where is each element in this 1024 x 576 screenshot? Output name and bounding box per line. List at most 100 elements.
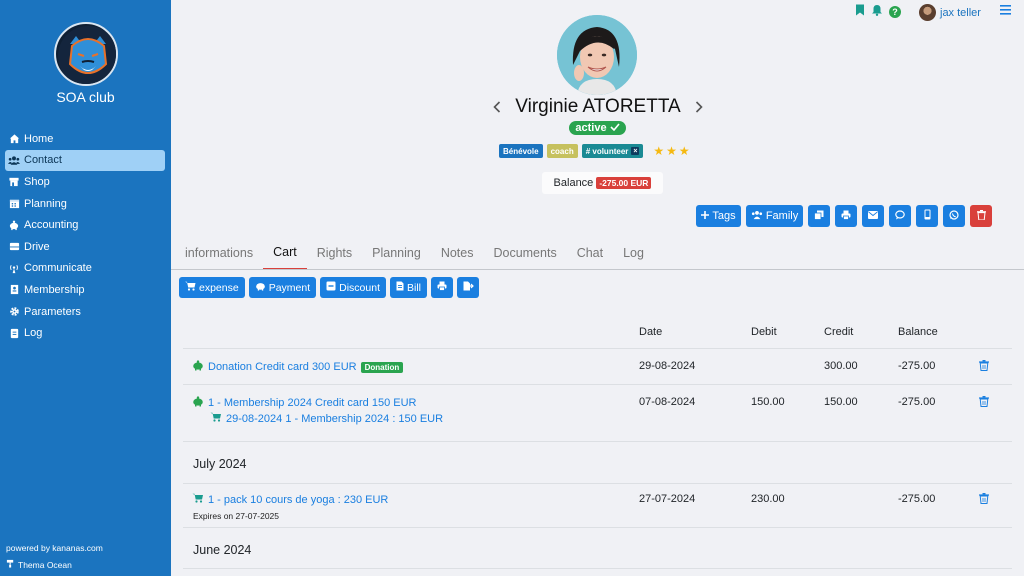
delete-contact-button[interactable] <box>970 205 992 227</box>
person-name: Virginie ATORETTA <box>515 96 681 117</box>
row-date: 07-08-2024 <box>639 396 696 408</box>
tab-log[interactable]: Log <box>613 236 654 270</box>
chevron-left-icon[interactable] <box>490 96 504 118</box>
sidebar-item-membership[interactable]: Membership <box>5 279 165 301</box>
row-description[interactable]: 1 - pack 10 cours de yoga : 230 EUR <box>192 493 388 506</box>
discount-button[interactable]: Discount <box>320 277 386 298</box>
piggy-bank-icon <box>8 219 20 231</box>
row-description[interactable]: Donation Credit card 300 EUR Donation <box>192 360 404 374</box>
tags-button[interactable]: Tags <box>696 205 741 227</box>
users-icon <box>751 210 763 223</box>
row-sub-item[interactable]: 29-08-2024 1 - Membership 2024 : 150 EUR <box>210 412 443 425</box>
tag-benevole[interactable]: Bénévole <box>499 144 543 158</box>
star-icon: ★ <box>666 144 677 158</box>
tab-notes[interactable]: Notes <box>431 236 484 270</box>
payment-label: Payment <box>268 281 311 294</box>
remove-tag-icon[interactable]: × <box>631 147 640 155</box>
row-divider <box>183 441 1012 442</box>
tags-button-label: Tags <box>712 210 736 222</box>
sidebar-item-contact[interactable]: Contact <box>5 149 165 172</box>
chevron-right-icon[interactable] <box>692 96 706 118</box>
hamburger-menu-icon[interactable] <box>1000 5 1011 18</box>
mobile-button[interactable] <box>916 205 938 227</box>
copy-icon <box>814 210 824 223</box>
sidebar-item-label: Shop <box>24 175 50 188</box>
sidebar-item-label: Log <box>24 327 43 340</box>
plus-icon <box>701 210 710 222</box>
sidebar-item-communicate[interactable]: Communicate <box>5 258 165 280</box>
sidebar-item-home[interactable]: Home <box>5 128 165 150</box>
discount-label: Discount <box>339 281 380 294</box>
row-divider <box>183 527 1012 528</box>
row-balance: -275.00 <box>898 493 936 505</box>
profile-actions: Tags Family <box>696 205 992 227</box>
row-description[interactable]: 1 - Membership 2024 Credit card 150 EUR <box>192 396 416 410</box>
trash-icon[interactable] <box>979 396 989 410</box>
star-icon: ★ <box>678 144 690 158</box>
tab-informations[interactable]: informations <box>183 236 263 270</box>
row-balance: -275.00 <box>898 360 936 372</box>
sidebar-item-shop[interactable]: Shop <box>5 171 165 193</box>
row-divider <box>183 483 1012 484</box>
bookmark-icon[interactable] <box>855 4 865 19</box>
shop-icon <box>8 176 20 188</box>
expense-button[interactable]: expense <box>179 277 245 298</box>
tab-chat[interactable]: Chat <box>567 236 613 270</box>
print-cart-button[interactable] <box>431 277 454 298</box>
status-badge[interactable]: active <box>569 121 626 135</box>
avatar <box>919 4 936 21</box>
trash-icon[interactable] <box>979 493 989 507</box>
whatsapp-icon <box>949 209 959 223</box>
user-menu[interactable]: jax teller <box>919 4 981 21</box>
cart-icon <box>210 412 222 425</box>
calendar-icon <box>8 198 20 210</box>
chat-button[interactable] <box>889 205 911 227</box>
email-button[interactable] <box>862 205 884 227</box>
export-cart-button[interactable] <box>457 277 480 298</box>
cart-icon <box>192 493 204 506</box>
status-label: active <box>575 122 607 134</box>
cart-icon <box>185 281 196 294</box>
sidebar-item-accounting[interactable]: Accounting <box>5 214 165 236</box>
topbar-icons: ? <box>855 4 901 19</box>
family-button[interactable]: Family <box>746 205 803 227</box>
tab-documents[interactable]: Documents <box>483 236 566 270</box>
sidebar-item-label: Home <box>24 132 54 145</box>
sidebar-item-label: Communicate <box>24 262 92 275</box>
copy-button[interactable] <box>808 205 830 227</box>
trash-icon[interactable] <box>979 360 989 374</box>
sidebar-item-parameters[interactable]: Parameters <box>5 301 165 323</box>
theme-selector[interactable]: Thema Ocean <box>6 559 72 570</box>
tab-cart[interactable]: Cart <box>263 236 307 270</box>
sidebar-item-label: Planning <box>24 197 67 210</box>
powered-by[interactable]: powered by kananas.com <box>6 543 103 553</box>
trash-icon <box>976 209 986 223</box>
tag-volunteer[interactable]: # volunteer × <box>581 144 644 158</box>
sidebar-item-log[interactable]: Log <box>5 322 165 344</box>
help-icon[interactable]: ? <box>889 5 901 18</box>
balance-amount: -275.00 EUR <box>596 177 652 189</box>
log-icon <box>8 327 20 339</box>
profile-photo[interactable] <box>557 15 637 95</box>
profile-name-row: Virginie ATORETTA <box>490 96 706 118</box>
column-debit: Debit <box>751 326 777 338</box>
id-card-icon <box>8 284 20 296</box>
rating-stars[interactable]: ★ ★ ★ <box>653 144 689 158</box>
sidebar-item-label: Membership <box>24 283 85 296</box>
whatsapp-button[interactable] <box>943 205 965 227</box>
payment-button[interactable]: Payment <box>248 277 317 298</box>
bill-button[interactable]: Bill <box>390 277 428 298</box>
sidebar-item-planning[interactable]: Planning <box>5 193 165 215</box>
tab-planning[interactable]: Planning <box>362 236 431 270</box>
sidebar-nav: Home Contact Shop Planning Accounting Dr… <box>5 128 165 344</box>
tab-rights[interactable]: Rights <box>307 236 362 270</box>
club-logo[interactable] <box>54 22 118 86</box>
sidebar-item-drive[interactable]: Drive <box>5 236 165 258</box>
tag-coach[interactable]: coach <box>546 144 578 158</box>
broadcast-icon <box>8 262 20 274</box>
column-credit: Credit <box>824 326 854 338</box>
print-button[interactable] <box>835 205 857 227</box>
bell-icon[interactable] <box>871 4 883 19</box>
home-icon <box>8 133 20 145</box>
sidebar-item-label: Accounting <box>24 219 79 232</box>
